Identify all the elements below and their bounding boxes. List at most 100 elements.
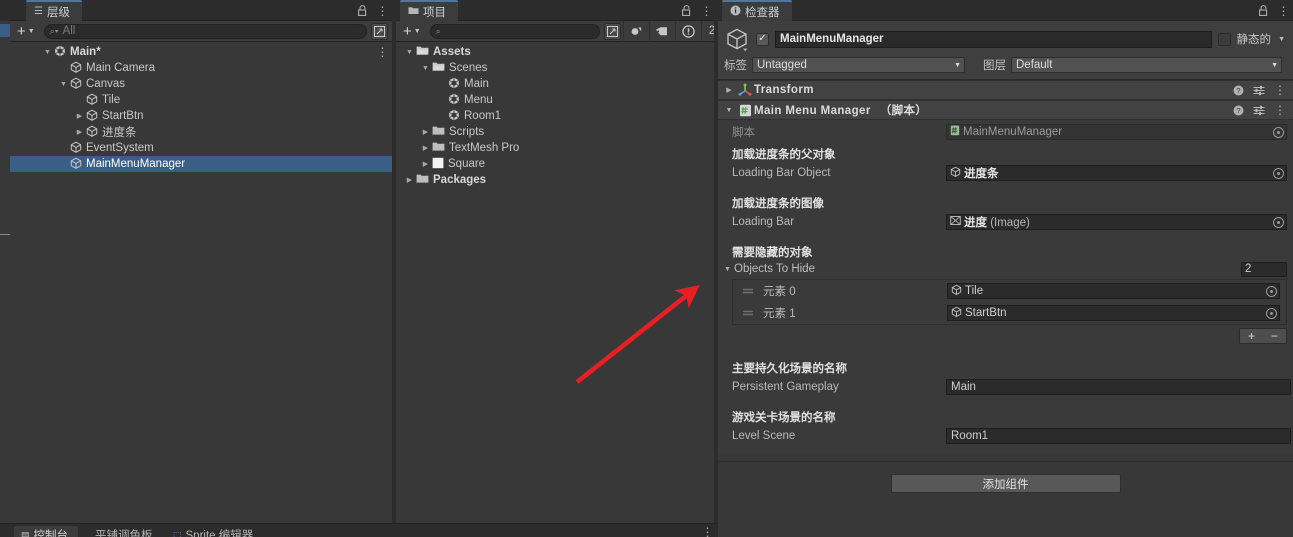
- array-size-input[interactable]: 2: [1241, 261, 1287, 277]
- help-icon[interactable]: ?: [1233, 85, 1244, 96]
- kebab-menu-icon[interactable]: ⋮: [700, 3, 713, 18]
- array-remove-button[interactable]: −: [1271, 330, 1278, 342]
- chevron-down-icon[interactable]: ▼: [721, 266, 734, 273]
- tag-dropdown[interactable]: Untagged ▼: [752, 57, 965, 73]
- array-add-button[interactable]: +: [1248, 330, 1255, 342]
- chevron-right-icon[interactable]: ▶: [74, 128, 85, 136]
- create-object-button[interactable]: + ▼: [10, 21, 40, 42]
- level-scene-value: Room1: [951, 430, 989, 442]
- chevron-down-icon[interactable]: ▼: [404, 49, 415, 56]
- tree-row[interactable]: Main Camera: [10, 60, 392, 76]
- tree-row[interactable]: Tile: [10, 92, 392, 108]
- tree-row[interactable]: ▶ Packages: [396, 172, 716, 188]
- lock-icon[interactable]: [680, 3, 693, 18]
- tree-row[interactable]: ▶ TextMesh Pro: [396, 140, 716, 156]
- chevron-down-icon: ▼: [1271, 61, 1278, 69]
- tree-row[interactable]: ▶ Scripts: [396, 124, 716, 140]
- kebab-menu-icon[interactable]: ⋮: [701, 524, 714, 537]
- chevron-down-icon[interactable]: ▼: [722, 107, 736, 114]
- tree-row[interactable]: ▶ Square: [396, 156, 716, 172]
- tree-row[interactable]: ▼ Main* ⋮: [10, 44, 392, 60]
- tab-tile-palette[interactable]: 平铺调色板: [88, 526, 163, 537]
- tree-row-label: MainMenuManager: [86, 158, 186, 170]
- project-search-scope-button[interactable]: [603, 22, 621, 40]
- kebab-menu-icon[interactable]: ⋮: [1274, 83, 1286, 97]
- component-header-main-menu-manager[interactable]: ▼ Main Menu Manager （脚本） ? ⋮: [718, 100, 1293, 120]
- tree-row[interactable]: ▼ Scenes: [396, 60, 716, 76]
- object-picker-icon[interactable]: [1273, 167, 1284, 179]
- script-object-field[interactable]: MainMenuManager: [946, 124, 1287, 140]
- lock-icon[interactable]: [1257, 3, 1270, 18]
- add-component-button[interactable]: 添加组件: [890, 474, 1121, 493]
- tree-row[interactable]: MainMenuManager: [10, 156, 392, 172]
- static-checkbox[interactable]: [1217, 32, 1231, 46]
- help-icon[interactable]: ?: [1233, 105, 1244, 116]
- create-asset-button[interactable]: + ▼: [396, 21, 426, 42]
- kebab-menu-icon[interactable]: ⋮: [376, 44, 389, 60]
- array-header-objects-to-hide[interactable]: ▼ Objects To Hide 2: [718, 260, 1293, 278]
- tree-row[interactable]: EventSystem: [10, 140, 392, 156]
- object-picker-icon[interactable]: [1266, 285, 1277, 297]
- kebab-menu-icon[interactable]: ⋮: [1277, 3, 1290, 18]
- component-header-transform[interactable]: ▶ Transform ? ⋮: [718, 80, 1293, 100]
- tree-row[interactable]: Menu: [396, 92, 716, 108]
- loading-bar-field[interactable]: 进度 (Image): [946, 214, 1287, 230]
- tab-hierarchy[interactable]: ☰ 层级: [26, 0, 82, 21]
- chevron-right-icon[interactable]: ▶: [420, 144, 431, 152]
- label-tag-filter-icon[interactable]: [648, 20, 675, 42]
- preset-settings-icon[interactable]: [1253, 105, 1265, 116]
- array-add-remove-buttons[interactable]: + −: [1239, 328, 1287, 344]
- property-row-loading-bar-object: Loading Bar Object 进度条: [718, 162, 1293, 184]
- drag-grip-icon[interactable]: [733, 309, 763, 317]
- drag-grip-icon[interactable]: [733, 287, 763, 295]
- tab-console[interactable]: ▤ 控制台: [14, 526, 79, 537]
- object-picker-icon[interactable]: [1273, 126, 1284, 138]
- tree-row[interactable]: ▼ Assets: [396, 44, 716, 60]
- hierarchy-sort-button[interactable]: [371, 22, 388, 40]
- tab-sprite-editor[interactable]: ⬚ Sprite 编辑器: [166, 526, 263, 537]
- chevron-right-icon[interactable]: ▶: [722, 86, 736, 94]
- hierarchy-search-input[interactable]: ⌕▾ All: [43, 23, 367, 39]
- layer-value: Default: [1016, 59, 1053, 71]
- kebab-menu-icon[interactable]: ⋮: [1274, 103, 1286, 117]
- hierarchy-tree: ▼ Main* ⋮ Main Camera ▼ Canvas Tile ▶ StartBtn ▶ 进…: [10, 42, 392, 172]
- tree-row[interactable]: ▶ StartBtn: [10, 108, 392, 124]
- preset-settings-icon[interactable]: [1253, 85, 1265, 96]
- tree-row[interactable]: ▼ Canvas: [10, 76, 392, 92]
- object-name-input[interactable]: MainMenuManager: [775, 30, 1212, 48]
- kebab-menu-icon[interactable]: ⋮: [376, 3, 389, 18]
- tab-inspector[interactable]: 检查器: [722, 0, 792, 21]
- chevron-down-icon[interactable]: ▼: [58, 81, 69, 88]
- object-enabled-checkbox[interactable]: ✓: [756, 32, 769, 46]
- array-element-row[interactable]: 元素 1 StartBtn: [733, 302, 1286, 324]
- lock-icon[interactable]: [356, 3, 369, 18]
- tree-row[interactable]: Room1: [396, 108, 716, 124]
- chevron-down-icon[interactable]: ▼: [42, 49, 53, 56]
- tree-row-content: Packages: [416, 173, 486, 187]
- object-picker-icon[interactable]: [1273, 216, 1284, 228]
- project-panel: 项目 ⋮ + ▼ ⌕ 2 ▼ Assets ▼ Scenes Main Menu…: [396, 0, 716, 537]
- layer-dropdown[interactable]: Default ▼: [1011, 57, 1282, 73]
- chevron-right-icon[interactable]: ▶: [420, 160, 431, 168]
- hierarchy-panel: ☰ 层级 ⋮ + ▼ ⌕▾ All ▼ Main* ⋮ Main Camera …: [10, 0, 392, 523]
- warning-filter-icon[interactable]: [674, 20, 701, 42]
- tree-row[interactable]: ▶ 进度条: [10, 124, 392, 140]
- folder-icon: [408, 6, 419, 18]
- tree-row[interactable]: Main: [396, 76, 716, 92]
- array-element-object-field[interactable]: Tile: [947, 283, 1280, 299]
- chevron-right-icon[interactable]: ▶: [74, 112, 85, 120]
- chevron-down-icon[interactable]: ▼: [420, 65, 431, 72]
- array-element-object-field[interactable]: StartBtn: [947, 305, 1280, 321]
- gameobject-cube-icon: [950, 166, 961, 180]
- loading-bar-object-field[interactable]: 进度条: [946, 165, 1287, 181]
- chevron-right-icon[interactable]: ▶: [404, 176, 415, 184]
- static-dropdown-chevron-icon[interactable]: ▼: [1277, 36, 1287, 43]
- array-element-row[interactable]: 元素 0 Tile: [733, 280, 1286, 302]
- project-search-input[interactable]: ⌕: [429, 23, 600, 39]
- chevron-right-icon[interactable]: ▶: [420, 128, 431, 136]
- asset-type-filter-icon[interactable]: [622, 20, 649, 42]
- level-scene-input[interactable]: Room1: [946, 428, 1291, 444]
- persistent-gameplay-input[interactable]: Main: [946, 379, 1291, 395]
- tab-project[interactable]: 项目: [400, 0, 458, 21]
- object-picker-icon[interactable]: [1266, 307, 1277, 319]
